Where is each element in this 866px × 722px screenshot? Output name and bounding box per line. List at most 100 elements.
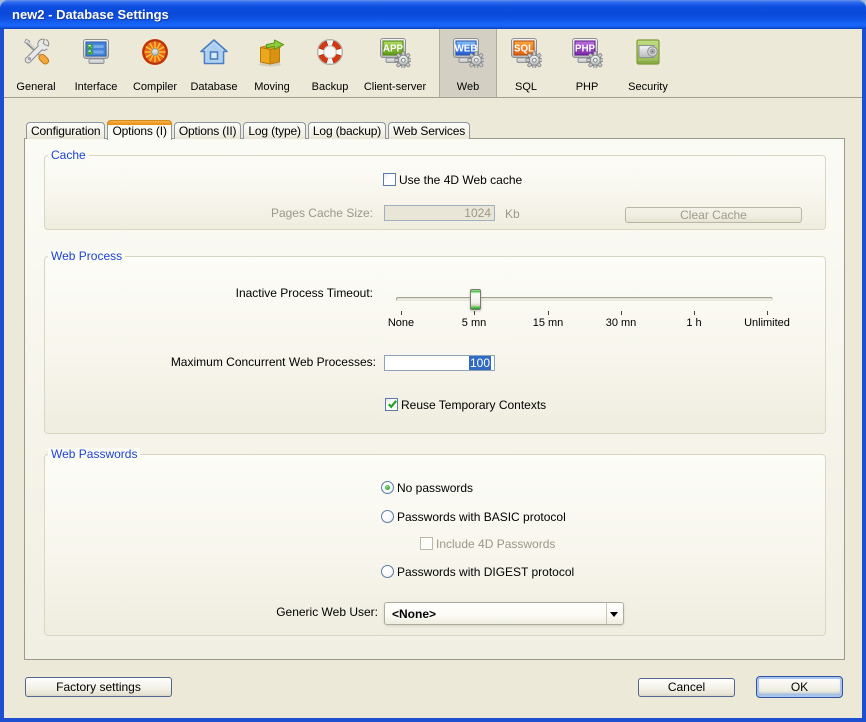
compiler-icon [139,36,171,68]
toolbar-item-web[interactable]: WEB Web [439,29,497,97]
tab-label: Log (type) [248,124,301,138]
tick-label-1h: 1 h [686,317,701,329]
moving-box-icon [256,36,288,68]
clear-cache-button-label: Clear Cache [680,208,747,222]
dropdown-arrow-icon [610,612,618,617]
web-monitor-icon: WEB [452,36,484,68]
tab-log-backup[interactable]: Log (backup) [308,122,386,139]
tab-label: Configuration [31,124,100,138]
svg-text:SQL: SQL [514,44,534,55]
inactive-timeout-label: Inactive Process Timeout: [173,286,373,300]
tab-label: Web Services [393,124,465,138]
digest-protocol-label: Passwords with DIGEST protocol [397,565,574,579]
use-web-cache-checkbox[interactable] [383,173,396,186]
no-passwords-label: No passwords [397,481,473,495]
svg-text:APP: APP [383,44,404,55]
cancel-button[interactable]: Cancel [638,678,735,697]
timeout-slider-track[interactable] [396,297,773,301]
database-icon [198,36,230,68]
svg-text:WEB: WEB [455,44,478,55]
tools-icon [20,36,52,68]
slider-tick [694,311,695,315]
tab-options-2[interactable]: Options (II) [174,122,242,139]
check-icon [387,399,398,410]
timeout-slider-thumb[interactable] [470,289,481,310]
dialog-body: General [4,29,862,718]
toolbar-item-compiler[interactable]: Compiler [126,29,184,97]
ok-button-label: OK [791,680,808,694]
window-title: new2 - Database Settings [12,7,169,22]
toolbar-item-database[interactable]: Database [183,29,245,97]
dialog-window: new2 - Database Settings General [0,0,866,722]
toolbar-item-label: Moving [246,81,298,93]
toolbar-item-label: Backup [304,81,356,93]
max-processes-label: Maximum Concurrent Web Processes: [146,355,376,369]
toolbar-item-general[interactable]: General [8,29,64,97]
titlebar[interactable]: new2 - Database Settings [0,0,866,29]
options-pane: Cache Use the 4D Web cache Pages Cache S… [24,138,845,660]
toolbar-item-label: General [8,81,64,93]
factory-settings-button-label: Factory settings [56,680,141,694]
generic-web-user-combobox[interactable]: <None> [384,602,624,625]
toolbar-item-security[interactable]: Security [618,29,678,97]
php-monitor-icon: PHP [571,36,603,68]
generic-web-user-value: <None> [392,607,436,621]
tab-log-type[interactable]: Log (type) [243,122,306,139]
safe-icon [632,36,664,68]
include-4d-passwords-checkbox[interactable] [420,537,433,550]
use-web-cache-label: Use the 4D Web cache [399,173,522,187]
toolbar-item-client-server[interactable]: APP Client-server [350,29,440,97]
reuse-contexts-checkbox[interactable] [385,398,398,411]
sql-monitor-icon: SQL [510,36,542,68]
toolbar-item-label: Interface [66,81,126,93]
tick-label-5mn: 5 mn [462,317,486,329]
web-passwords-groupbox: Web Passwords No passwords Passwords wit… [44,454,826,636]
tick-label-15mn: 15 mn [533,317,564,329]
toolbar-item-label: Client-server [350,81,440,93]
cache-group-title: Cache [48,149,89,162]
tick-label-30mn: 30 mn [606,317,637,329]
web-process-groupbox: Web Process Inactive Process Timeout: No… [44,256,826,434]
pages-cache-size-input[interactable]: 1024 [384,205,495,221]
pages-cache-size-label: Pages Cache Size: [173,206,373,220]
toolbar-item-label: Compiler [126,81,184,93]
toolbar-item-php[interactable]: PHP PHP [563,29,611,97]
tick-label-unlimited: Unlimited [744,317,790,329]
tab-web-services[interactable]: Web Services [388,122,470,139]
interface-icon [80,36,112,68]
combobox-dropdown-button[interactable] [606,603,623,624]
tab-options-1[interactable]: Options (I) [107,120,171,140]
basic-protocol-radio[interactable] [381,510,394,523]
tab-label: Log (backup) [313,124,381,138]
cache-groupbox: Cache Use the 4D Web cache Pages Cache S… [44,155,826,230]
radio-dot [385,485,390,490]
cancel-button-label: Cancel [668,680,705,694]
tab-configuration[interactable]: Configuration [26,122,105,139]
slider-tick [621,311,622,315]
pages-cache-size-value: 1024 [464,206,491,220]
tab-label: Options (II) [179,124,237,138]
reuse-contexts-label: Reuse Temporary Contexts [401,398,546,412]
toolbar-item-label: Database [183,81,245,93]
max-processes-input[interactable]: 100 [384,355,495,371]
digest-protocol-radio[interactable] [381,565,394,578]
toolbar-item-sql[interactable]: SQL SQL [502,29,550,97]
lifebuoy-icon [314,36,346,68]
ok-button[interactable]: OK [756,676,843,698]
settings-toolbar: General [4,29,862,98]
slider-tick [767,311,768,315]
slider-tick [401,311,402,315]
generic-web-user-label: Generic Web User: [178,605,378,619]
toolbar-item-backup[interactable]: Backup [304,29,356,97]
tab-label: Options (I) [112,124,166,138]
toolbar-item-interface[interactable]: Interface [66,29,126,97]
settings-tabstrip: Configuration Options (I) Options (II) L… [26,119,472,139]
slider-tick [548,311,549,315]
web-process-group-title: Web Process [48,250,125,263]
toolbar-item-label: PHP [563,81,611,93]
no-passwords-radio[interactable] [381,481,394,494]
factory-settings-button[interactable]: Factory settings [25,677,172,697]
toolbar-item-moving[interactable]: Moving [246,29,298,97]
web-passwords-group-title: Web Passwords [48,448,140,461]
clear-cache-button[interactable]: Clear Cache [625,207,802,223]
